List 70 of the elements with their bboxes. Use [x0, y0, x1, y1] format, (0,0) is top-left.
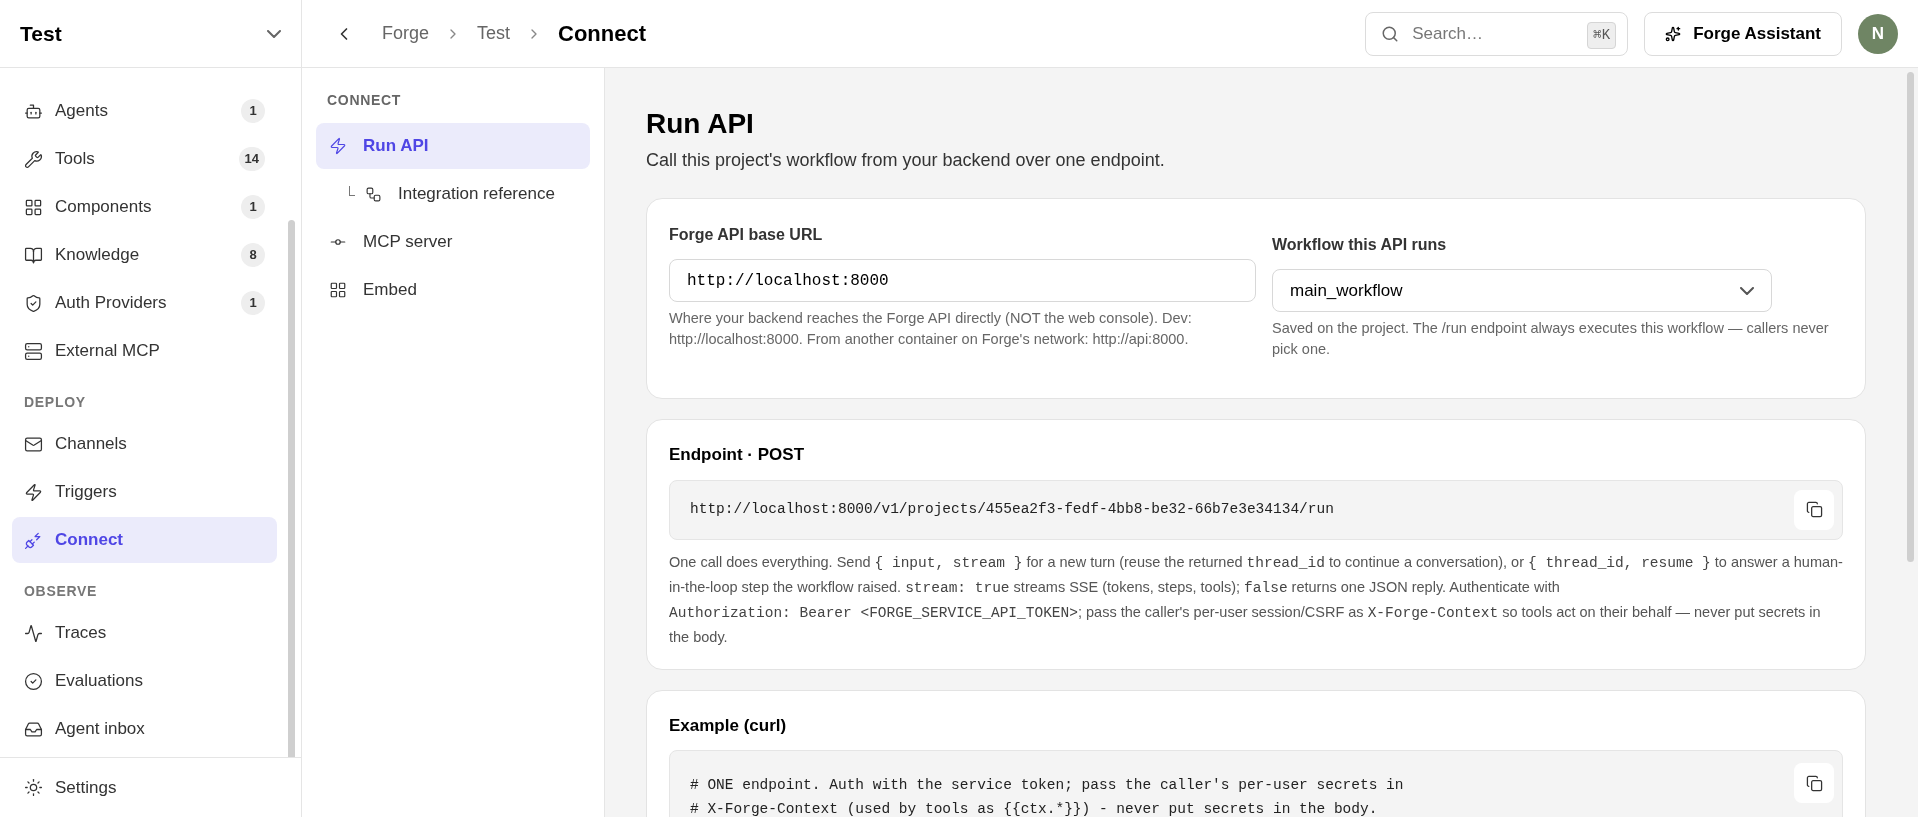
sidebar-item[interactable]: Agent inbox	[12, 706, 277, 752]
shortcut-key: ⌘K	[1587, 21, 1617, 49]
nav-item[interactable]: Embed	[316, 267, 590, 313]
plug-icon	[24, 530, 43, 550]
endpoint-description: One call does everything. Send { input, stream } for a new turn (reuse the returned thread_id to continue a conversation), or { thread_id, resume } to answer a human-in-the-loop step the workflow raised. stream: true streams SSE (tokens, steps, tools); false returns one JSON reply. Authenticate with Authorization: Bearer <FORGE_SERVICE_API_TOKEN>; pass the caller's per-user session/CSRF as X-Forge-Context so tools act on their behalf — never put secrets in the body.	[669, 552, 1843, 647]
avatar[interactable]: N	[1858, 13, 1898, 54]
url-field[interactable]: http://localhost:8000	[669, 259, 1256, 302]
nav-heading: CONNECT	[326, 91, 403, 110]
field-help: Where your backend reaches the Forge API directly (NOT the web console). Dev: http://localhost:8000. From another container on Forge's network: http://api:8000.	[669, 309, 1193, 349]
copy-button[interactable]	[1794, 489, 1834, 530]
count-badge: 1	[241, 291, 265, 315]
code-line: # ONE endpoint. Auth with the service token; pass the caller's per-user secrets in	[690, 776, 1404, 795]
nav-subitem[interactable]: Integration reference	[316, 171, 590, 217]
nav-item[interactable]: MCP server	[316, 219, 590, 265]
count-badge: 14	[238, 147, 265, 171]
copy-icon	[1805, 501, 1823, 518]
copy-icon	[1805, 774, 1823, 792]
sidebar-item[interactable]: Triggers	[12, 469, 277, 515]
count-badge: 1	[241, 195, 265, 219]
copy-button[interactable]	[1794, 763, 1834, 803]
card-title: Endpoint · POST	[669, 444, 806, 466]
chevron-down-icon	[1740, 286, 1754, 295]
page-title: Run API	[646, 107, 755, 141]
scrollbar[interactable]	[288, 220, 295, 757]
endpoint-url: http://localhost:8000/v1/projects/455ea2f3-fedf-4bb8-be32-66b7e3e34134/run	[690, 499, 1334, 519]
lightning-icon	[24, 482, 43, 502]
sidebar-item[interactable]: Connect	[12, 517, 277, 563]
check-circle-icon	[24, 671, 43, 691]
sparkle-icon	[1665, 25, 1682, 42]
breadcrumb[interactable]: Forge	[382, 20, 430, 47]
section-heading: OBSERVE	[23, 582, 99, 601]
card-title: Example (curl)	[669, 714, 788, 737]
breadcrumb[interactable]: Test	[477, 20, 511, 47]
grid-icon	[329, 281, 347, 299]
field-label: Workflow this API runs	[1272, 235, 1448, 255]
sidebar-item[interactable]: Knowledge 8	[12, 232, 277, 278]
settings-icon	[24, 778, 43, 797]
flow-icon	[365, 185, 382, 203]
grid-icon	[24, 197, 43, 217]
sidebar-item[interactable]: Tools 14	[12, 136, 277, 182]
nav-item[interactable]: Run API	[316, 123, 590, 169]
sidebar-item[interactable]: Agents 1	[12, 88, 277, 134]
workflow-dropdown[interactable]: main_workflow	[1272, 269, 1772, 312]
lightning-icon	[329, 137, 347, 155]
count-badge: 1	[241, 99, 265, 123]
scrollbar[interactable]	[1907, 72, 1914, 562]
breadcrumb: Connect	[558, 20, 647, 48]
sidebar-item[interactable]: Evaluations	[12, 658, 277, 704]
chevron-down-icon	[267, 29, 281, 38]
wrench-icon	[24, 149, 43, 169]
search-icon	[1381, 24, 1400, 43]
sidebar-item[interactable]: External MCP	[12, 328, 277, 374]
project-name: Test	[20, 20, 62, 47]
field-help: Saved on the project. The /run endpoint always executes this workflow — callers never pick one.	[1272, 319, 1830, 359]
field-label: Forge API base URL	[669, 225, 824, 245]
assistant-button[interactable]: Forge Assistant	[1644, 11, 1842, 56]
page-subtitle: Call this project's workflow from your backend over one endpoint.	[646, 149, 1166, 172]
shield-icon	[24, 293, 43, 313]
pulse-icon	[24, 623, 43, 643]
settings-link[interactable]: Settings	[55, 774, 117, 801]
sidebar-item[interactable]: Channels	[12, 421, 277, 467]
book-icon	[24, 245, 43, 265]
sidebar-item[interactable]: Components 1	[12, 184, 277, 230]
code-line: # X-Forge-Context (used by tools as {{ctx.*}}) - never put secrets in the body.	[690, 800, 1379, 817]
count-badge: 8	[241, 243, 265, 267]
sidebar-item[interactable]: Auth Providers 1	[12, 280, 277, 326]
tree-branch-icon	[349, 186, 355, 196]
section-heading: DEPLOY	[23, 393, 87, 412]
sidebar-item[interactable]: Traces	[12, 610, 277, 656]
server-icon	[24, 341, 43, 361]
